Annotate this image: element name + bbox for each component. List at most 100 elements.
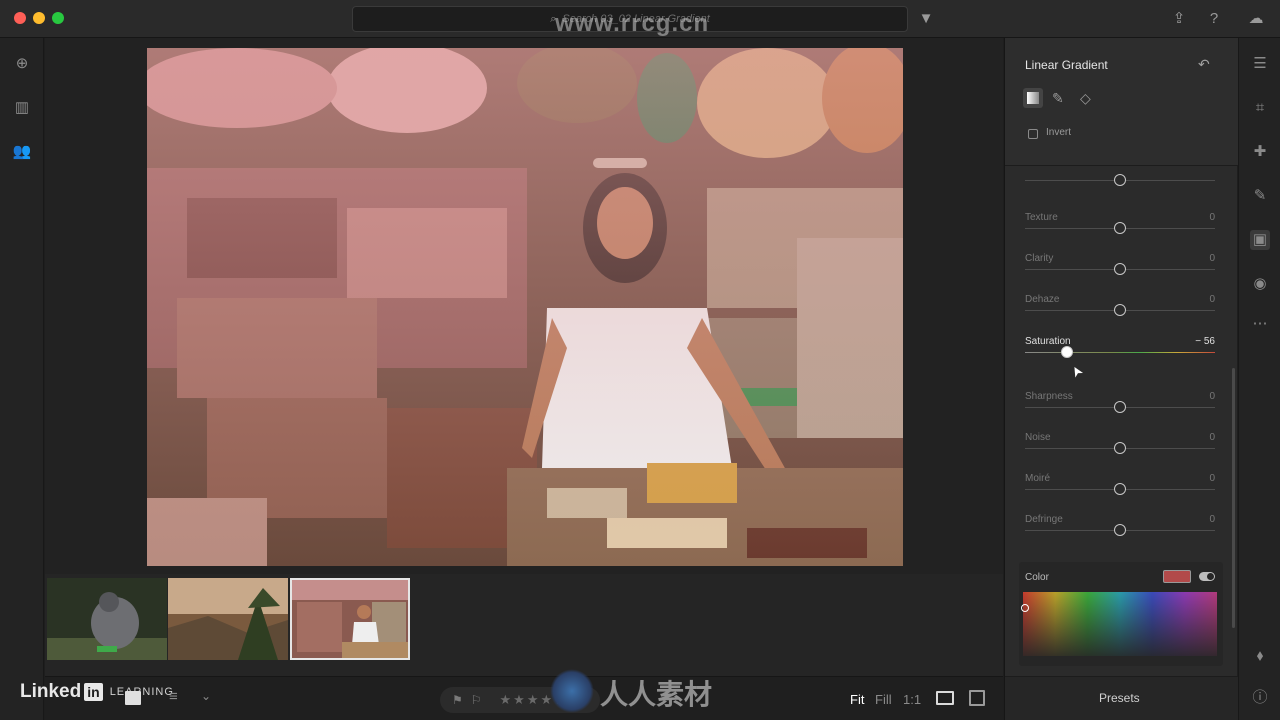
people-icon[interactable]: 👥	[12, 142, 32, 162]
zoom-one-to-one[interactable]: 1:1	[903, 692, 921, 707]
help-icon[interactable]: ?	[1204, 9, 1224, 29]
tag-icon[interactable]: ⬧	[1250, 646, 1270, 666]
slider-value: 0	[1209, 253, 1215, 264]
right-toolbar: ☰ ⌗ ✚ ✎ ▣ ◉ ⋯ ⬧ ⓘ	[1238, 38, 1280, 720]
slider-thumb[interactable]	[1114, 222, 1126, 234]
slider-value: − 56	[1195, 336, 1215, 347]
site-watermark: www.rrcg.cn	[555, 10, 710, 37]
cloud-icon[interactable]: ☁	[1243, 9, 1269, 29]
linkedin-learning-logo: Linked in LEARNING	[20, 681, 174, 703]
slider-label: Noise	[1025, 432, 1051, 443]
slider-dehaze[interactable]: Dehaze 0	[1025, 294, 1215, 324]
color-picker-handle[interactable]	[1021, 604, 1029, 612]
slider-thumb[interactable]	[1114, 174, 1126, 186]
grid-view-icon[interactable]	[125, 691, 141, 705]
slider-thumb[interactable]	[1114, 483, 1126, 495]
slider-label: Sharpness	[1025, 391, 1073, 402]
canyon-thumbnail	[168, 578, 288, 660]
library-icon[interactable]: ▥	[12, 98, 32, 118]
share-icon[interactable]: ⇪	[1169, 9, 1189, 29]
filmstrip-thumb-canyon[interactable]	[168, 578, 288, 660]
main-photo[interactable]	[147, 48, 903, 566]
slider-label: Moiré	[1025, 473, 1051, 484]
sort-icon[interactable]: ≡	[169, 688, 178, 705]
presets-bar: Presets	[1005, 676, 1238, 720]
market-thumbnail	[292, 580, 408, 658]
minimize-window-button[interactable]	[33, 12, 45, 24]
slider-label: Saturation	[1025, 336, 1071, 347]
presets-button[interactable]: Presets	[1099, 691, 1140, 705]
healing-icon[interactable]: ✚	[1250, 142, 1270, 162]
slider-label: Texture	[1025, 212, 1058, 223]
sort-chevron-icon[interactable]: ⌄	[201, 689, 211, 703]
slider-thumb[interactable]	[1114, 263, 1126, 275]
photo-canvas[interactable]	[45, 38, 1003, 574]
invert-checkbox[interactable]	[1028, 129, 1038, 139]
linear-gradient-icon[interactable]: ▣	[1250, 230, 1270, 250]
add-photos-icon[interactable]: ⊕	[12, 54, 32, 74]
reset-icon[interactable]: ↶	[1198, 56, 1210, 73]
slider-noise[interactable]: Noise 0	[1025, 432, 1215, 462]
slider-clarity[interactable]: Clarity 0	[1025, 253, 1215, 283]
title-bar: ⌕ Search 03_02 Linear Gradient www.rrcg.…	[0, 0, 1280, 38]
filmstrip	[45, 574, 1003, 676]
zoom-window-button[interactable]	[52, 12, 64, 24]
left-toolbar: ⊕ ▥ 👥	[0, 38, 44, 720]
brand-in-box: in	[84, 683, 103, 701]
slider-value: 0	[1209, 473, 1215, 484]
filmstrip-thumb-market[interactable]	[290, 578, 410, 660]
slider-value: 0	[1209, 391, 1215, 402]
more-icon[interactable]: ⋯	[1250, 314, 1270, 334]
brand-linked: Linked	[20, 681, 82, 702]
edit-panel: Linear Gradient ↶ ✎ ◇ Invert Texture 0 Cla…	[1004, 38, 1238, 720]
slider-thumb[interactable]	[1060, 346, 1073, 358]
brush-icon[interactable]: ✎	[1250, 186, 1270, 206]
info-icon[interactable]: ⓘ	[1250, 688, 1270, 708]
slider-value: 0	[1209, 432, 1215, 443]
slider-label: Defringe	[1025, 514, 1063, 525]
filmstrip-toggle-icon[interactable]	[936, 691, 954, 705]
color-swatch[interactable]	[1163, 570, 1191, 583]
filter-icon[interactable]: ▼	[916, 9, 936, 29]
slider-moir[interactable]: Moiré 0	[1025, 473, 1215, 503]
radial-gradient-icon[interactable]: ◉	[1250, 274, 1270, 294]
crop-icon[interactable]: ⌗	[1250, 98, 1270, 118]
slider-thumb[interactable]	[1114, 304, 1126, 316]
slider-thumb[interactable]	[1114, 401, 1126, 413]
gradient-tool-icon[interactable]	[1023, 88, 1043, 108]
slider-value: 0	[1209, 294, 1215, 305]
watermark-logo-icon	[550, 669, 594, 713]
slider-saturation[interactable]: Saturation − 56	[1025, 336, 1215, 366]
compare-view-icon[interactable]	[969, 690, 985, 706]
color-section: Color	[1019, 562, 1223, 666]
panel-scrollbar[interactable]	[1232, 368, 1235, 628]
slider-top[interactable]	[1025, 174, 1215, 209]
slider-track[interactable]	[1025, 352, 1215, 353]
color-picker-field[interactable]	[1023, 592, 1217, 656]
slider-sharpness[interactable]: Sharpness 0	[1025, 391, 1215, 421]
pick-flag-icon[interactable]: ⚑	[452, 693, 463, 707]
filmstrip-thumb-gorilla[interactable]	[47, 578, 167, 660]
bottom-bar: Linked in LEARNING ≡ ⌄ ⚑ ⚐ ★★★★★ 人人素材 Fi…	[20, 669, 1003, 720]
color-label: Color	[1025, 572, 1049, 583]
color-toggle[interactable]	[1199, 572, 1215, 581]
slider-thumb[interactable]	[1114, 524, 1126, 536]
panel-title: Linear Gradient	[1025, 58, 1108, 72]
zoom-fill[interactable]: Fill	[875, 692, 892, 707]
slider-thumb[interactable]	[1114, 442, 1126, 454]
panel-header: Linear Gradient ↶ ✎ ◇ Invert	[1005, 38, 1238, 166]
slider-texture[interactable]: Texture 0	[1025, 212, 1215, 242]
gorilla-thumbnail	[47, 578, 167, 660]
slider-value: 0	[1209, 514, 1215, 525]
brush-tool-icon[interactable]: ✎	[1052, 90, 1064, 107]
watermark-cn: 人人素材	[600, 679, 713, 710]
slider-value: 0	[1209, 212, 1215, 223]
edit-sliders-icon[interactable]: ☰	[1250, 54, 1270, 74]
reject-flag-icon[interactable]: ⚐	[471, 693, 482, 707]
close-window-button[interactable]	[14, 12, 26, 24]
eraser-tool-icon[interactable]: ◇	[1080, 90, 1091, 107]
zoom-fit[interactable]: Fit	[850, 692, 864, 707]
invert-label: Invert	[1046, 127, 1072, 138]
slider-label: Clarity	[1025, 253, 1054, 264]
slider-defringe[interactable]: Defringe 0	[1025, 514, 1215, 544]
